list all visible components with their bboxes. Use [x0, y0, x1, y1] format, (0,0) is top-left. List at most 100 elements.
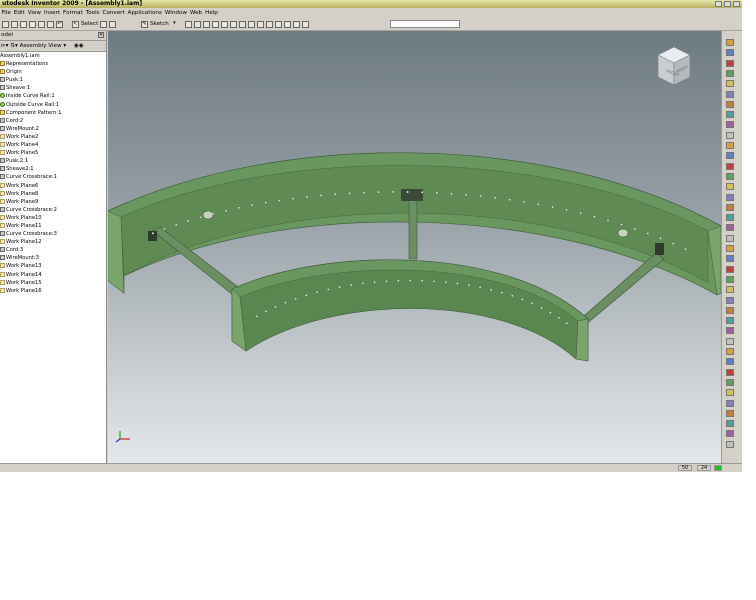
zoom-selected-icon[interactable]: [221, 20, 228, 28]
orbit-icon[interactable]: [230, 20, 237, 28]
ground-icon[interactable]: [275, 20, 282, 28]
assembly-view-dropdown[interactable]: ⇅▾ Assembly View ▾: [10, 43, 68, 49]
minimize-icon[interactable]: [715, 1, 722, 7]
zoom-window-icon[interactable]: [194, 20, 201, 28]
browser-tree-item[interactable]: Work Plane14: [0, 271, 106, 279]
menu-item[interactable]: View: [28, 8, 41, 18]
zoom-icon[interactable]: [203, 20, 210, 28]
menu-item[interactable]: Insert: [44, 8, 60, 18]
panel-tool-icon[interactable]: [726, 286, 734, 294]
panel-tool-icon[interactable]: [726, 193, 734, 201]
browser-tree-item[interactable]: Curve Crossbrace:2: [0, 206, 106, 214]
browser-tree-item[interactable]: Component Pattern:1: [0, 109, 106, 117]
save-icon[interactable]: [20, 20, 27, 28]
sketch-icon[interactable]: ✎: [141, 20, 148, 28]
panel-tool-icon[interactable]: [726, 224, 734, 232]
browser-tree-item[interactable]: Work Plane10: [0, 214, 106, 222]
shadow-icon[interactable]: [257, 20, 264, 28]
look-at-icon[interactable]: [239, 20, 246, 28]
browser-tree-item[interactable]: Work Plane16: [0, 287, 106, 295]
menu-item[interactable]: Help: [205, 8, 218, 18]
panel-tool-icon[interactable]: [726, 378, 734, 386]
visual-style-icon[interactable]: [284, 20, 291, 28]
browser-tree-item[interactable]: Work Plane8: [0, 190, 106, 198]
panel-tool-icon[interactable]: [726, 409, 734, 417]
sketch-button[interactable]: Sketch: [150, 21, 169, 27]
menu-item[interactable]: Format: [63, 8, 83, 18]
panel-tool-icon[interactable]: [726, 265, 734, 273]
panel-tool-icon[interactable]: [726, 327, 734, 335]
panel-tool-icon[interactable]: [726, 172, 734, 180]
select-icon[interactable]: ↖: [72, 20, 79, 28]
panel-tool-icon[interactable]: [726, 100, 734, 108]
browser-tree-item[interactable]: Sheave2:1: [0, 165, 106, 173]
section-icon[interactable]: [293, 20, 300, 28]
find-icon[interactable]: ◉◉: [74, 43, 84, 49]
panel-tool-icon[interactable]: [726, 59, 734, 67]
menu-item[interactable]: Edit: [14, 8, 25, 18]
browser-tree-item[interactable]: Assembly1.iam: [0, 52, 106, 60]
panel-tool-icon[interactable]: [726, 80, 734, 88]
panel-tool-icon[interactable]: [726, 121, 734, 129]
browser-tree-item[interactable]: Pusk:2:1: [0, 157, 106, 165]
browser-tree-item[interactable]: Work Plane13: [0, 262, 106, 270]
panel-tool-icon[interactable]: [726, 69, 734, 77]
browser-tree-item[interactable]: Work Plane5: [0, 149, 106, 157]
zoom-all-icon[interactable]: [185, 20, 192, 28]
browser-tree-item[interactable]: Origin: [0, 68, 106, 76]
panel-tool-icon[interactable]: [726, 203, 734, 211]
return-icon[interactable]: [100, 20, 108, 28]
browser-tree-item[interactable]: Work Plane2: [0, 133, 106, 141]
panel-tool-icon[interactable]: [726, 358, 734, 366]
panel-tool-icon[interactable]: [726, 420, 734, 428]
panel-tool-icon[interactable]: [726, 368, 734, 376]
panel-tool-icon[interactable]: [726, 90, 734, 98]
browser-tree-item[interactable]: Representations: [0, 60, 106, 68]
browser-tree-item[interactable]: Outside Curve Rail:1: [0, 101, 106, 109]
menu-item[interactable]: Window: [165, 8, 187, 18]
menu-item[interactable]: Applications: [128, 8, 162, 18]
panel-tool-icon[interactable]: [726, 234, 734, 242]
browser-tree-item[interactable]: Work Plane12: [0, 238, 106, 246]
browser-tree-item[interactable]: Work Plane15: [0, 279, 106, 287]
panel-tool-icon[interactable]: [726, 389, 734, 397]
browser-tree-item[interactable]: Curve Crossbrace:3: [0, 230, 106, 238]
open-icon[interactable]: [11, 20, 18, 28]
panel-tool-icon[interactable]: [726, 39, 734, 46]
panel-tool-icon[interactable]: [726, 440, 734, 448]
panel-tool-icon[interactable]: [726, 152, 734, 160]
browser-tree-item[interactable]: WireMount:3: [0, 254, 106, 262]
graphics-window[interactable]: FRONT RIGHT: [108, 31, 721, 463]
print-icon[interactable]: [29, 20, 36, 28]
filter-icon[interactable]: ⊳▾: [1, 43, 9, 49]
browser-tree-item[interactable]: Work Plane6: [0, 182, 106, 190]
panel-tool-icon[interactable]: [726, 49, 734, 57]
browser-tree-item[interactable]: Work Plane9: [0, 198, 106, 206]
menu-item[interactable]: File: [2, 8, 11, 18]
new-icon[interactable]: [2, 20, 9, 28]
maximize-icon[interactable]: [724, 1, 731, 7]
panel-tool-icon[interactable]: [726, 245, 734, 252]
panel-tool-icon[interactable]: [726, 430, 734, 438]
update-icon[interactable]: [109, 20, 117, 28]
panel-tool-icon[interactable]: [726, 131, 734, 139]
panel-tool-icon[interactable]: [726, 337, 734, 345]
panel-tool-icon[interactable]: [726, 162, 734, 170]
panel-tool-icon[interactable]: [726, 183, 734, 191]
browser-tree-item[interactable]: Curve Crossbrace:1: [0, 173, 106, 181]
browser-tree-item[interactable]: Inside Curve Rail:1: [0, 92, 106, 100]
panel-tool-icon[interactable]: [726, 348, 734, 355]
select-button[interactable]: Select: [81, 21, 98, 27]
menu-item[interactable]: Convert: [103, 8, 125, 18]
browser-tree-item[interactable]: Work Plane11: [0, 222, 106, 230]
panel-tool-icon[interactable]: [726, 399, 734, 407]
panel-tool-icon[interactable]: [726, 296, 734, 304]
display-mode-icon[interactable]: [248, 20, 255, 28]
color-combo[interactable]: [390, 20, 460, 28]
panel-tool-icon[interactable]: [726, 306, 734, 314]
menu-item[interactable]: Tools: [86, 8, 100, 18]
camera-icon[interactable]: [266, 20, 273, 28]
panel-tool-icon[interactable]: [726, 275, 734, 283]
browser-tree-item[interactable]: Cord:2: [0, 117, 106, 125]
browser-tree-item[interactable]: Cord:3: [0, 246, 106, 254]
